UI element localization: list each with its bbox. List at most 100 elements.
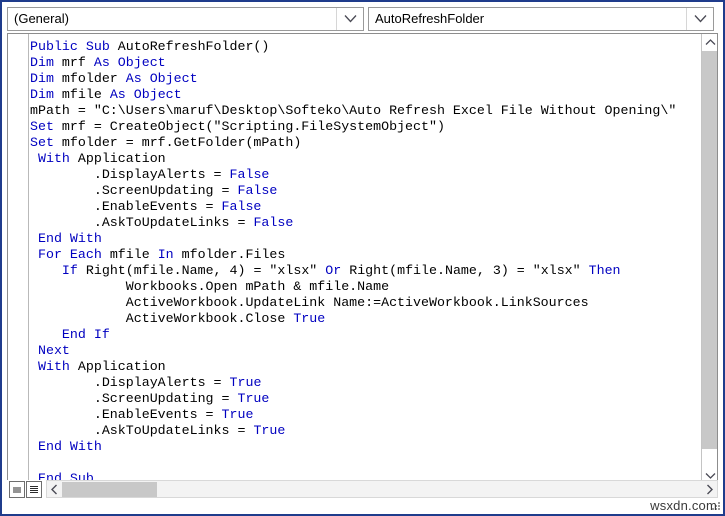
code-keyword: Or	[325, 263, 350, 278]
code-line: If Right(mfile.Name, 4) = "xlsx" Or Righ…	[30, 263, 700, 279]
code-keyword: True	[237, 391, 270, 406]
code-text-token: Application	[77, 151, 166, 166]
scroll-right-button[interactable]	[702, 481, 717, 497]
code-keyword: If	[61, 263, 86, 278]
code-window-dropdown-bar: (General) AutoRefreshFolder	[2, 2, 723, 32]
code-text-token: .ScreenUpdating =	[30, 391, 238, 406]
horizontal-scrollbar[interactable]	[46, 480, 718, 498]
code-text-token: .ScreenUpdating =	[30, 183, 238, 198]
code-text-token: mfile	[61, 87, 110, 102]
vertical-scroll-thumb[interactable]	[702, 51, 717, 449]
code-keyword: Public Sub	[30, 39, 118, 54]
code-line: .EnableEvents = False	[30, 199, 700, 215]
code-text-token: mfolder = mrf.GetFolder(mPath)	[61, 135, 302, 150]
code-text-token: Right(mfile.Name, 3) =	[349, 263, 533, 278]
code-line: .DisplayAlerts = False	[30, 167, 700, 183]
code-text-token: mfile	[109, 247, 158, 262]
chevron-down-icon[interactable]	[336, 7, 363, 30]
procedure-dropdown[interactable]: AutoRefreshFolder	[368, 6, 714, 31]
code-line: Next	[30, 343, 700, 359]
code-keyword: False	[253, 215, 294, 230]
code-text-token: .EnableEvents =	[30, 407, 222, 422]
code-keyword: Dim	[30, 55, 62, 70]
code-text-token: mPath =	[30, 103, 94, 118]
code-text[interactable]: Public Sub AutoRefreshFolder() Dim mrf As…	[30, 34, 700, 484]
code-keyword: Next	[37, 343, 70, 358]
code-keyword: As Object	[109, 87, 182, 102]
code-line: With Application	[30, 151, 700, 167]
code-text-token: mfolder.Files	[181, 247, 286, 262]
code-text-token: ActiveWorkbook.Close	[30, 311, 294, 326]
code-text-token: mfolder	[61, 71, 126, 86]
code-keyword: False	[237, 183, 278, 198]
code-keyword: True	[229, 375, 262, 390]
procedure-dropdown-value: AutoRefreshFolder	[375, 11, 485, 26]
code-pane: Public Sub AutoRefreshFolder() Dim mrf As…	[7, 33, 718, 485]
code-keyword: Set	[30, 119, 62, 134]
code-text-token: .AskToUpdateLinks =	[30, 423, 254, 438]
code-keyword: For Each	[37, 247, 110, 262]
code-line: Workbooks.Open mPath & mfile.Name	[30, 279, 700, 295]
code-text-token: ActiveWorkbook.UpdateLink Name:=ActiveWo…	[30, 295, 589, 310]
code-line: Set mrf = CreateObject("Scripting.FileSy…	[30, 119, 700, 135]
code-text-token: "C:\Users\maruf\Desktop\Softeko\Auto Ref…	[93, 103, 677, 118]
code-line: .EnableEvents = True	[30, 407, 700, 423]
code-text-token: .DisplayAlerts =	[30, 375, 230, 390]
code-line: .ScreenUpdating = False	[30, 183, 700, 199]
code-text-token: "xlsx"	[269, 263, 326, 278]
code-editor[interactable]: Public Sub AutoRefreshFolder() Dim mrf As…	[30, 34, 700, 484]
vertical-scroll-track[interactable]	[702, 51, 717, 467]
code-line: ActiveWorkbook.Close True	[30, 311, 700, 327]
scroll-left-button[interactable]	[47, 481, 62, 497]
code-keyword: True	[221, 407, 254, 422]
procedure-view-icon[interactable]	[9, 481, 25, 498]
code-keyword: True	[293, 311, 326, 326]
code-keyword: In	[157, 247, 182, 262]
chevron-down-icon[interactable]	[686, 7, 713, 30]
code-text-token: Right(mfile.Name, 4) =	[85, 263, 270, 278]
code-keyword: With	[37, 151, 78, 166]
code-line: End With	[30, 439, 700, 455]
code-keyword: Dim	[30, 87, 62, 102]
vba-code-window: (General) AutoRefreshFolder Public Sub A…	[0, 0, 725, 516]
code-keyword: As Object	[93, 55, 166, 70]
code-line: mPath = "C:\Users\maruf\Desktop\Softeko\…	[30, 103, 700, 119]
code-line: Dim mfile As Object	[30, 87, 700, 103]
code-line: .ScreenUpdating = True	[30, 391, 700, 407]
code-line: End If	[30, 327, 700, 343]
code-keyword: With	[37, 359, 78, 374]
view-mode-buttons	[7, 480, 42, 499]
code-text-token: AutoRefreshFolder()	[117, 39, 270, 54]
code-line: Public Sub AutoRefreshFolder()	[30, 39, 700, 55]
code-window-bottom-bar	[7, 480, 718, 499]
code-line: End With	[30, 231, 700, 247]
code-text-token: mrf = CreateObject("Scripting.FileSystem…	[61, 119, 445, 134]
code-text-token: mrf	[61, 55, 94, 70]
code-keyword: False	[221, 199, 262, 214]
horizontal-scroll-thumb[interactable]	[62, 481, 157, 497]
margin-indicator-bar[interactable]	[8, 34, 29, 484]
vertical-scrollbar[interactable]	[701, 34, 717, 484]
code-keyword: As Object	[125, 71, 198, 86]
full-module-view-icon[interactable]	[26, 481, 42, 498]
object-dropdown[interactable]: (General)	[7, 6, 364, 31]
code-keyword: True	[253, 423, 286, 438]
code-text-token: Application	[77, 359, 166, 374]
code-text-token: .AskToUpdateLinks =	[30, 215, 254, 230]
code-text-token: .EnableEvents =	[30, 199, 222, 214]
code-line: Dim mrf As Object	[30, 55, 700, 71]
scroll-up-button[interactable]	[702, 34, 717, 51]
code-text-token: Workbooks.Open mPath & mfile.Name	[30, 279, 390, 294]
code-line: For Each mfile In mfolder.Files	[30, 247, 700, 263]
code-keyword: Then	[588, 263, 621, 278]
code-text-token: "xlsx"	[532, 263, 589, 278]
code-keyword: End With	[37, 439, 102, 454]
